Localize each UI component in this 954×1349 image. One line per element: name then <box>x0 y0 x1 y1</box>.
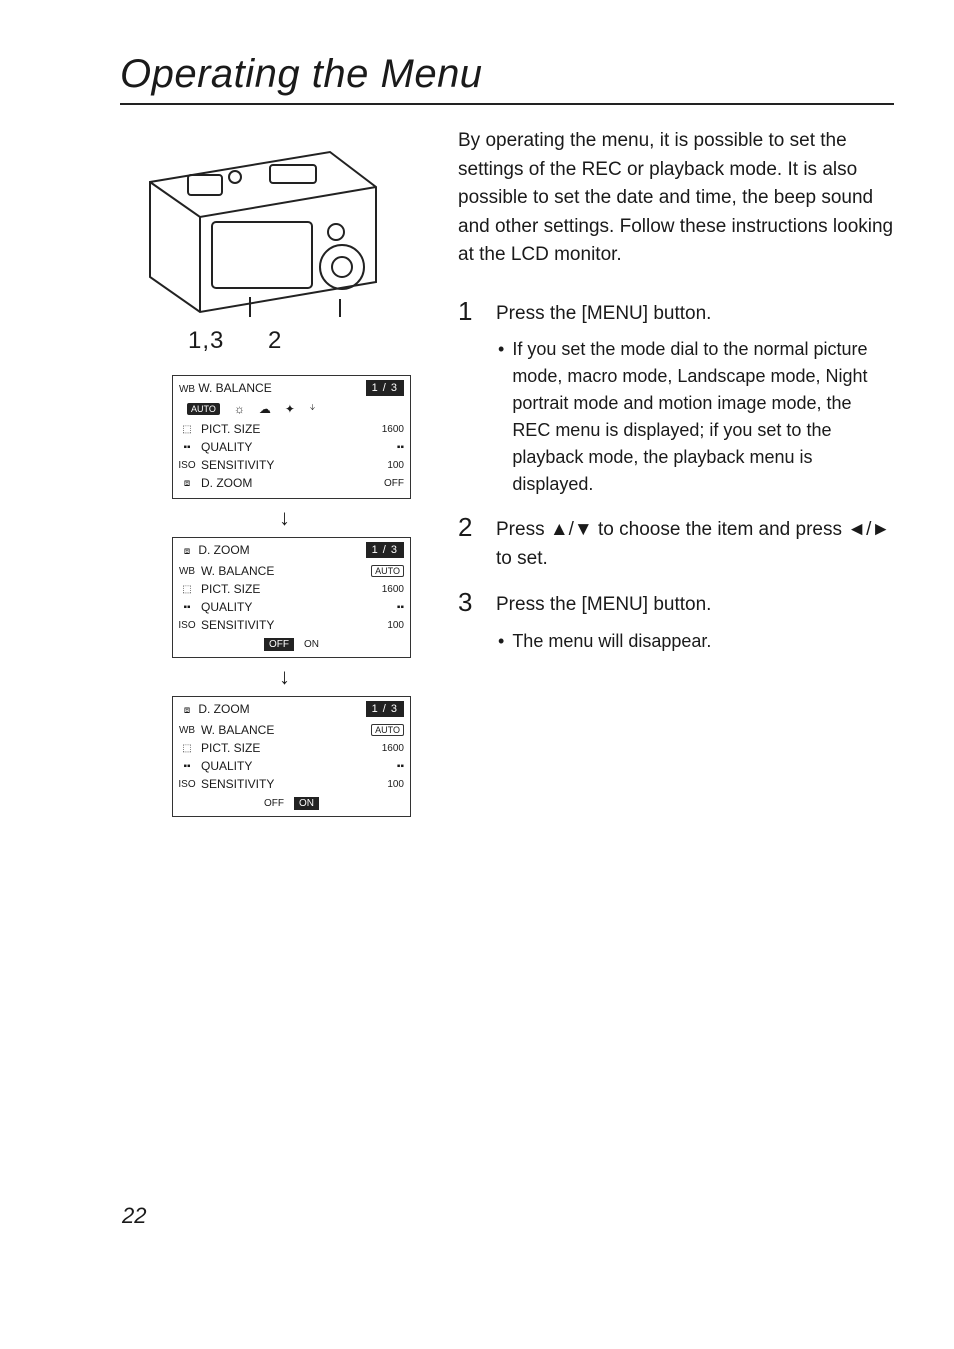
menu1-row-sensitivity: ISOSENSITIVITY 100 <box>179 456 404 474</box>
menu2-row-pict-size: ⬚PICT. SIZE 1600 <box>179 580 404 598</box>
arrow-down-icon: ↓ <box>172 664 397 690</box>
pict-size-icon: ⬚ <box>179 743 195 754</box>
step-1-bullet: If you set the mode dial to the normal p… <box>512 336 894 498</box>
camera-callout-labels: 1,3 2 <box>120 327 420 375</box>
menu2-head-label: D. ZOOM <box>198 543 249 557</box>
menu3-sensitivity-value: 100 <box>387 779 404 790</box>
menu1-head-label: W. BALANCE <box>198 381 271 395</box>
bullet-icon: • <box>498 336 504 498</box>
menu1-sensitivity-value: 100 <box>387 460 404 471</box>
wb-auto-icon: AUTO <box>187 403 220 415</box>
step-3-bullet: The menu will disappear. <box>512 628 711 655</box>
menu3-toggle-on: ON <box>294 797 319 810</box>
menu3-page-indicator: 1 / 3 <box>366 701 404 717</box>
menu2-toggle-on: ON <box>304 639 319 650</box>
bullet-icon: • <box>498 628 504 655</box>
lcd-menu-2: ⧈ D. ZOOM 1 / 3 WBW. BALANCE AUTO ⬚PICT.… <box>172 537 411 658</box>
intro-paragraph: By operating the menu, it is possible to… <box>458 127 894 270</box>
menu2-row-wbalance: WBW. BALANCE AUTO <box>179 562 404 580</box>
quality-icon: ▪▪ <box>179 761 195 772</box>
dzoom-icon: ⧈ <box>179 546 195 557</box>
step-2-text: Press ▲/▼ to choose the item and press ◄… <box>496 516 894 573</box>
wb-shade-icon: ᛎ <box>309 402 316 416</box>
lcd-menu-1: WB W. BALANCE 1 / 3 AUTO ☼ ☁ ✦ ᛎ ⬚PICT. … <box>172 375 411 499</box>
menu3-row-wbalance: WBW. BALANCE AUTO <box>179 721 404 739</box>
camera-illustration <box>130 127 420 317</box>
menu2-wbalance-value: AUTO <box>371 565 404 577</box>
lcd-menu-3: ⧈ D. ZOOM 1 / 3 WBW. BALANCE AUTO ⬚PICT.… <box>172 696 411 817</box>
menu3-row-pict-size: ⬚PICT. SIZE 1600 <box>179 739 404 757</box>
step-1: 1 Press the [MENU] button. • If you set … <box>458 296 894 499</box>
menu2-row-sensitivity: ISOSENSITIVITY 100 <box>179 616 404 634</box>
menu3-row-sensitivity: ISOSENSITIVITY 100 <box>179 775 404 793</box>
iso-icon: ISO <box>179 460 195 471</box>
wb-icon: WB <box>179 725 195 736</box>
dzoom-icon: ⧈ <box>179 478 195 489</box>
menu3-quality-value: ▪▪ <box>397 761 404 772</box>
menu3-pict-size-value: 1600 <box>382 743 404 754</box>
menu2-pict-size-value: 1600 <box>382 584 404 595</box>
menu1-row-dzoom: ⧈D. ZOOM OFF <box>179 474 404 492</box>
arrow-down-icon: ↓ <box>172 505 397 531</box>
menu1-page-indicator: 1 / 3 <box>366 380 404 396</box>
menu3-wbalance-value: AUTO <box>371 724 404 736</box>
wb-bulb-icon: ✦ <box>285 402 295 416</box>
step-3: 3 Press the [MENU] button. • The menu wi… <box>458 587 894 655</box>
menu3-row-quality: ▪▪QUALITY ▪▪ <box>179 757 404 775</box>
menu1-quality-value: ▪▪ <box>397 442 404 453</box>
menu1-row-quality: ▪▪QUALITY ▪▪ <box>179 438 404 456</box>
menu2-toggle-off: OFF <box>264 638 294 651</box>
step-1-number: 1 <box>458 296 478 499</box>
pict-size-icon: ⬚ <box>179 424 195 435</box>
page-number: 22 <box>122 1203 146 1229</box>
menu2-row-quality: ▪▪QUALITY ▪▪ <box>179 598 404 616</box>
wb-cloud-icon: ☁ <box>259 402 271 416</box>
dzoom-icon: ⧈ <box>179 705 195 716</box>
step-3-number: 3 <box>458 587 478 655</box>
page-title: Operating the Menu <box>120 52 894 105</box>
menu2-sensitivity-value: 100 <box>387 620 404 631</box>
menu1-pict-size-value: 1600 <box>382 424 404 435</box>
menu3-toggle-off: OFF <box>264 798 284 809</box>
wb-icon: WB <box>179 566 195 577</box>
callout-1-3: 1,3 <box>188 327 224 354</box>
step-2: 2 Press ▲/▼ to choose the item and press… <box>458 512 894 573</box>
wb-option-row: AUTO ☼ ☁ ✦ ᛎ <box>179 400 404 420</box>
menu3-head-label: D. ZOOM <box>198 702 249 716</box>
step-3-text: Press the [MENU] button. <box>496 591 894 620</box>
menu1-dzoom-value: OFF <box>384 478 404 489</box>
wb-icon: WB <box>179 384 195 395</box>
quality-icon: ▪▪ <box>179 602 195 613</box>
menu2-page-indicator: 1 / 3 <box>366 542 404 558</box>
iso-icon: ISO <box>179 779 195 790</box>
step-2-number: 2 <box>458 512 478 573</box>
menu2-quality-value: ▪▪ <box>397 602 404 613</box>
step-1-text: Press the [MENU] button. <box>496 300 894 329</box>
callout-2: 2 <box>268 327 282 354</box>
menu3-toggle: OFF ON <box>179 793 404 810</box>
iso-icon: ISO <box>179 620 195 631</box>
menu1-row-pict-size: ⬚PICT. SIZE 1600 <box>179 420 404 438</box>
wb-sun-icon: ☼ <box>234 402 245 416</box>
menu2-toggle: OFF ON <box>179 634 404 651</box>
pict-size-icon: ⬚ <box>179 584 195 595</box>
quality-icon: ▪▪ <box>179 442 195 453</box>
